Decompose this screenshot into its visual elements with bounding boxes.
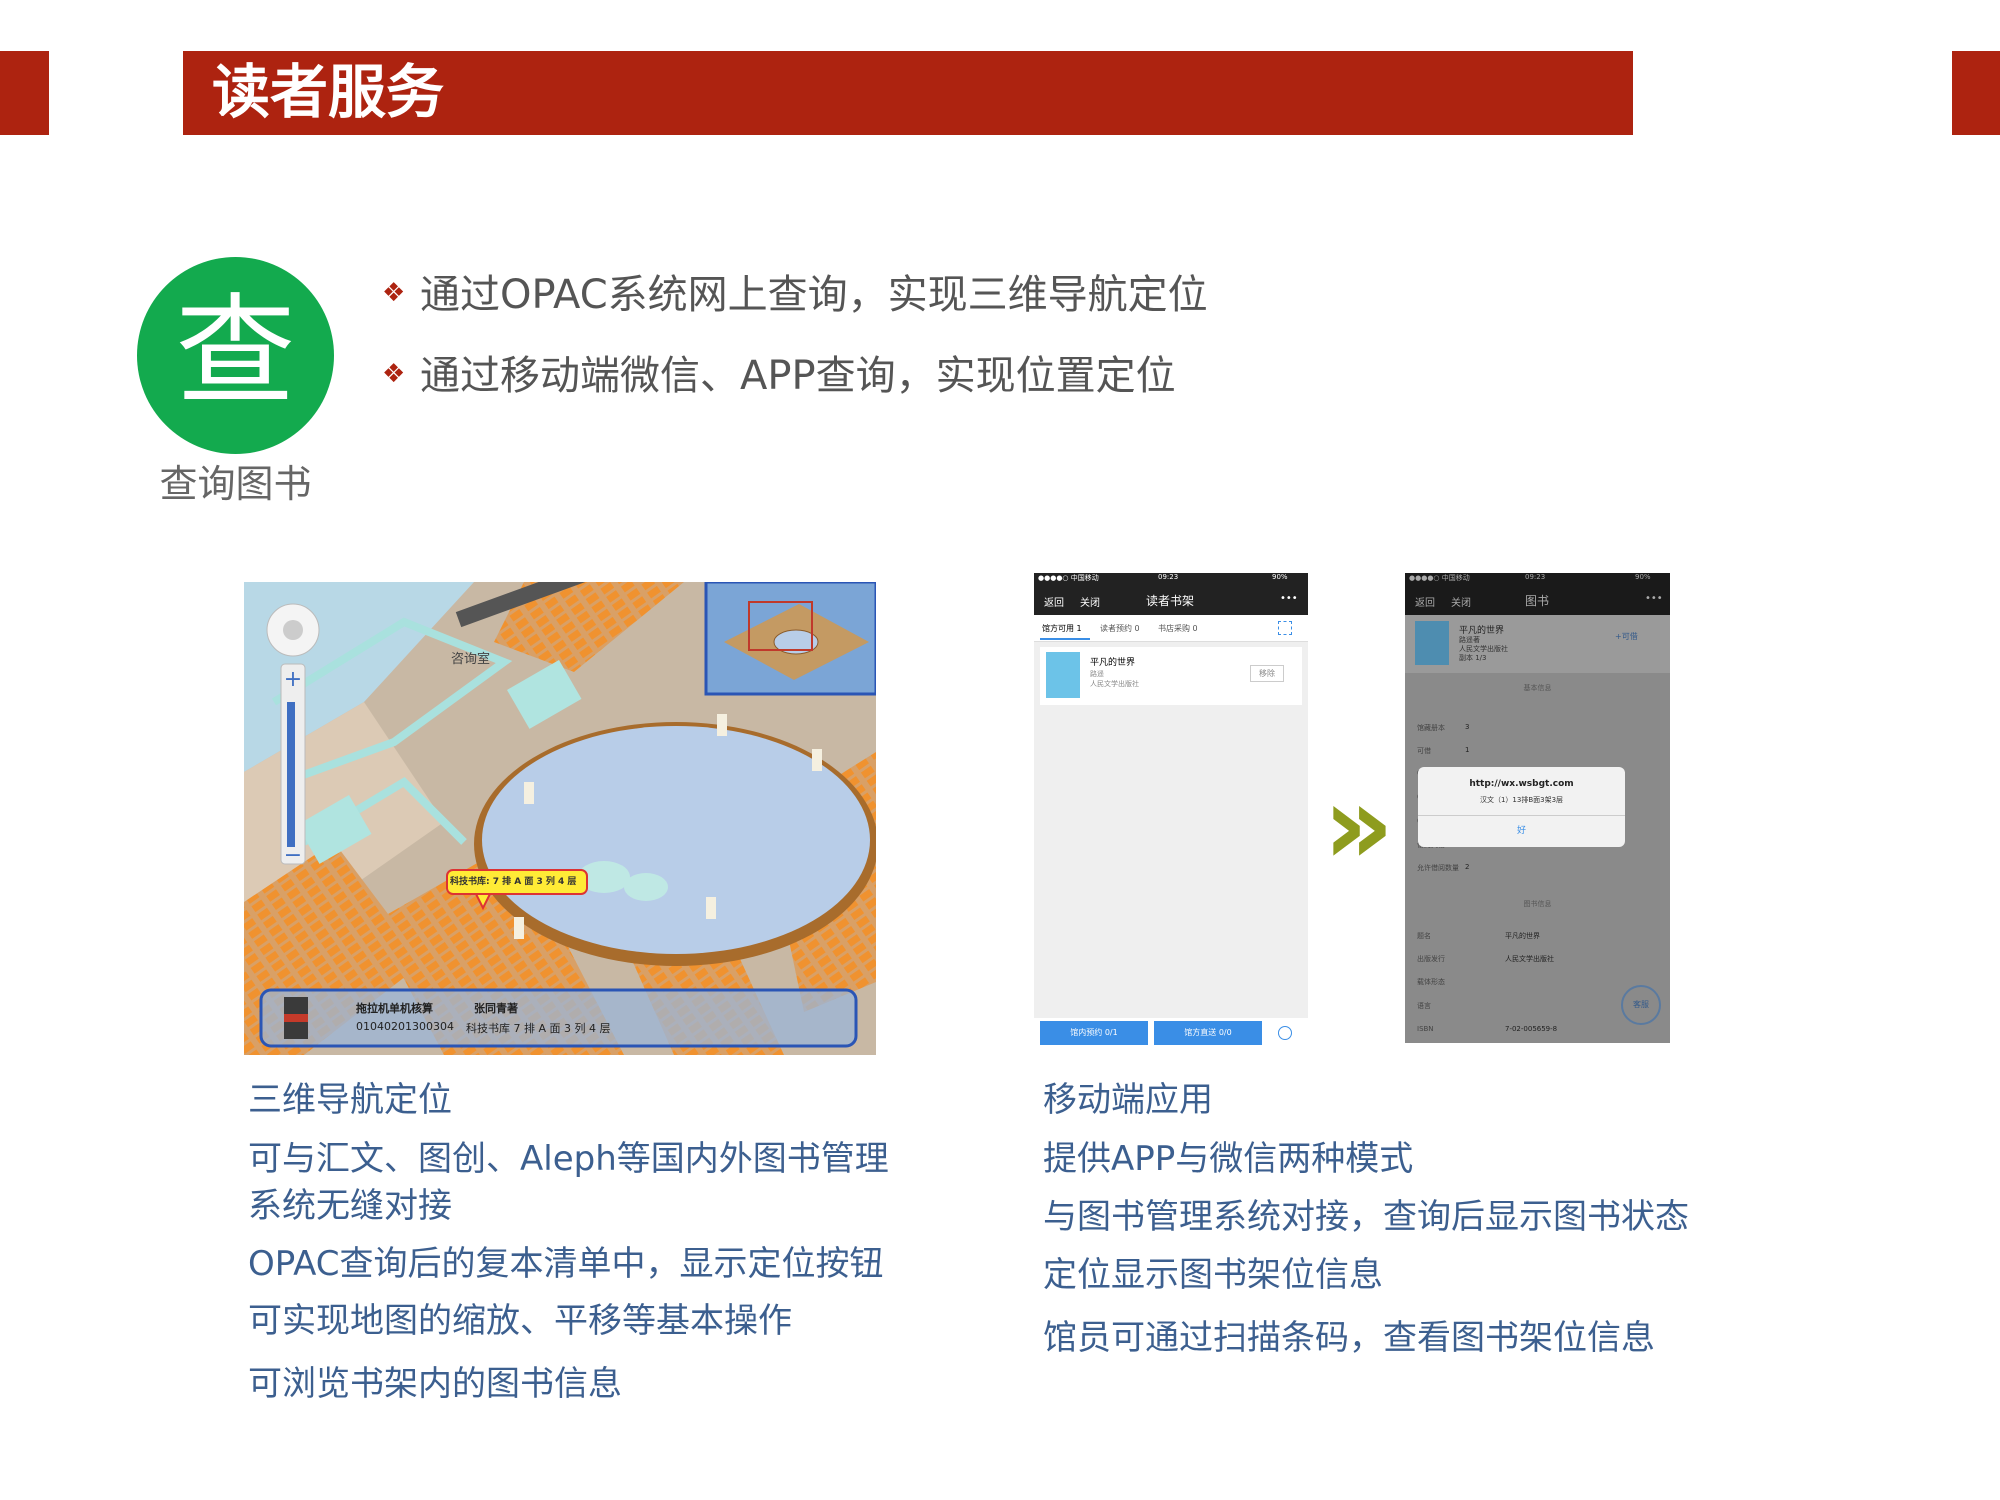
section-detail: 图书信息 — [1523, 900, 1552, 908]
bullet-text-2: 通过移动端微信、APP查询，实现位置定位 — [420, 353, 1176, 399]
right-heading: 移动端应用 — [1043, 1080, 1213, 1120]
map-info-location: 科技书库 7 排 A 面 3 列 4 层 — [466, 1022, 611, 1035]
book-title: 平凡的世界 — [1090, 658, 1136, 668]
nav-title: 图书 — [1525, 594, 1550, 608]
book-header: 平凡的世界 路遥著 人民文学出版社 副本 1/3 +可借 — [1405, 615, 1670, 673]
location-dialog: http://wx.wsbgt.com 汉文（1）13排B面3架3层 好 — [1418, 767, 1625, 847]
right-line-3: 定位显示图书架位信息 — [1043, 1255, 1383, 1295]
dialog-ok-button[interactable]: 好 — [1418, 823, 1625, 836]
scan-icon[interactable] — [1278, 621, 1292, 635]
nav-bar: 返回 关闭 读者书架 ••• — [1034, 585, 1308, 615]
left-line-3: OPAC查询后的复本清单中，显示定位按钮 — [248, 1244, 884, 1284]
more-button[interactable]: ••• — [1280, 593, 1298, 604]
right-line-1: 提供APP与微信两种模式 — [1043, 1139, 1414, 1179]
bullet-diamond-icon: ❖ — [382, 359, 406, 389]
help-badge-button[interactable]: 客服 — [1621, 985, 1661, 1025]
tab-available[interactable]: 馆方可用 1 — [1042, 623, 1082, 634]
back-button[interactable]: 返回 — [1044, 594, 1064, 609]
bullet-diamond-icon: ❖ — [382, 278, 406, 308]
map-illustration: + − — [244, 582, 876, 1055]
book-card[interactable]: 平凡的世界 路遥 人民文学出版社 移除 — [1040, 647, 1302, 705]
help-icon[interactable] — [1278, 1026, 1292, 1040]
left-line-4: 可实现地图的缩放、平移等基本操作 — [248, 1301, 792, 1341]
map-info-callno: 01040201300304 — [356, 1020, 454, 1033]
header-right-accent — [1952, 51, 2000, 135]
left-heading: 三维导航定位 — [248, 1080, 452, 1120]
phone-screenshot-shelf: ●●●●○ 中国移动 09:23 90% 返回 关闭 读者书架 ••• 馆方可用… — [1034, 573, 1308, 1048]
map-room-label: 咨询室 — [451, 652, 491, 667]
map-info-title: 拖拉机单机核算 — [356, 1002, 433, 1015]
book-publisher: 人民文学出版社 — [1090, 680, 1139, 688]
chevron-right-icon: » — [1323, 761, 1395, 889]
left-line-5: 可浏览书架内的图书信息 — [248, 1364, 622, 1404]
remove-button[interactable]: 移除 — [1250, 665, 1284, 682]
bullet-text-1: 通过OPAC系统网上查询，实现三维导航定位 — [420, 272, 1208, 318]
book-author: 路遥 — [1090, 670, 1104, 678]
status-bar: ●●●●○ 中国移动 09:23 90% — [1405, 573, 1670, 585]
map-location-tooltip: 科技书库: 7 排 A 面 3 列 4 层 — [450, 877, 577, 887]
close-button[interactable]: 关闭 — [1080, 594, 1100, 609]
header-left-accent — [0, 51, 49, 135]
nav-bar: 返回 关闭 图书 ••• — [1405, 585, 1670, 615]
search-icon: 查 — [175, 283, 296, 422]
book-cover-icon — [1415, 621, 1449, 665]
tab-bar: 馆方可用 1 读者预约 0 书店采购 0 — [1034, 615, 1308, 642]
dialog-divider — [1418, 815, 1625, 816]
delivery-button[interactable]: 馆方直送 0/0 — [1154, 1021, 1262, 1045]
phone-screenshot-book: ●●●●○ 中国移动 09:23 90% 返回 关闭 图书 ••• 平凡的世界 … — [1405, 573, 1670, 1043]
back-button[interactable]: 返回 — [1415, 594, 1435, 609]
add-button[interactable]: +可借 — [1615, 631, 1638, 642]
right-line-4: 馆员可通过扫描条码，查看图书架位信息 — [1043, 1318, 1655, 1358]
svg-text:−: − — [284, 843, 302, 868]
tab-purchase[interactable]: 书店采购 0 — [1158, 623, 1198, 634]
more-button[interactable]: ••• — [1645, 593, 1663, 604]
map-info-author: 张同青著 — [474, 1002, 518, 1015]
close-button[interactable]: 关闭 — [1451, 594, 1471, 609]
book-cover-icon — [1046, 652, 1080, 698]
active-tab-underline — [1040, 638, 1090, 640]
dialog-title: http://wx.wsbgt.com — [1469, 779, 1574, 789]
page-title: 读者服务 — [212, 58, 445, 126]
icon-label: 查询图书 — [159, 462, 312, 506]
bottom-bar: 馆内预约 0/1 馆方直送 0/0 — [1034, 1018, 1308, 1048]
tab-reserved[interactable]: 读者预约 0 — [1100, 623, 1140, 634]
svg-text:+: + — [284, 667, 302, 692]
navigation-map[interactable]: + − 咨询室 科技书库: 7 排 A 面 3 列 4 层 拖拉机单机核算 张同… — [244, 582, 876, 1055]
left-line-2: 系统无缝对接 — [248, 1186, 452, 1226]
nav-title: 读者书架 — [1146, 594, 1195, 608]
status-bar: ●●●●○ 中国移动 09:23 90% — [1034, 573, 1308, 585]
left-line-1: 可与汇文、图创、Aleph等国内外图书管理 — [248, 1139, 889, 1179]
reserve-button[interactable]: 馆内预约 0/1 — [1040, 1021, 1148, 1045]
section-basic: 基本信息 — [1523, 684, 1552, 692]
right-line-2: 与图书管理系统对接，查询后显示图书状态 — [1043, 1197, 1689, 1237]
dialog-message: 汉文（1）13排B面3架3层 — [1479, 796, 1564, 804]
